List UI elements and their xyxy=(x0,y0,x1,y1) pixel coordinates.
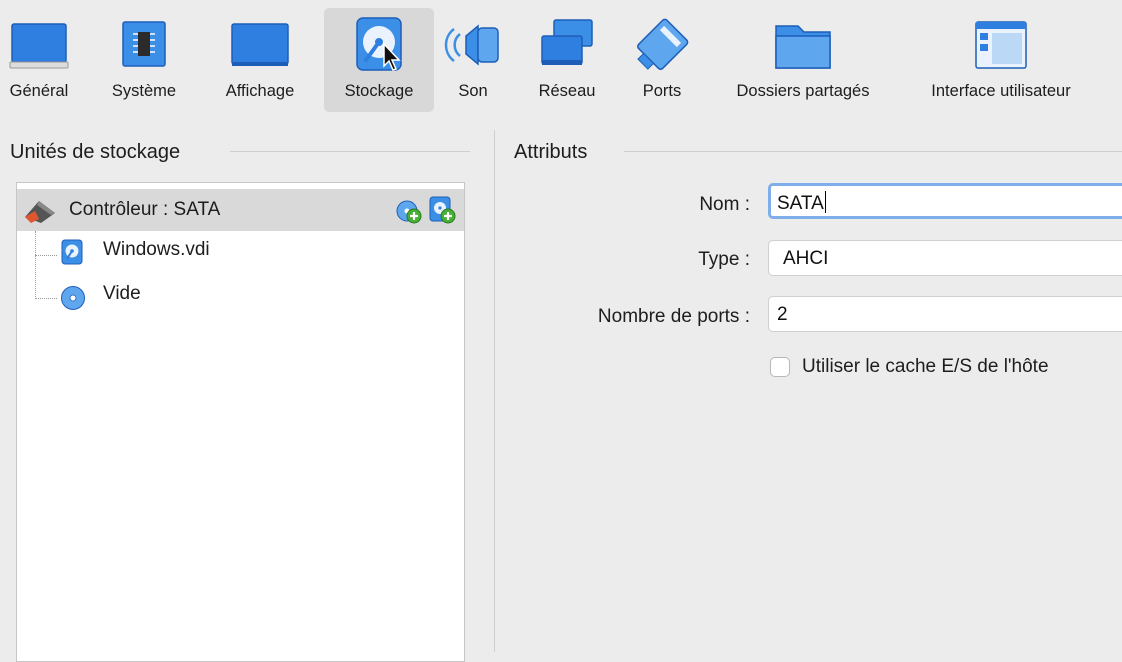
tree-row-optical[interactable]: Vide xyxy=(17,277,464,319)
tab-audio-label: Son xyxy=(458,82,488,100)
tab-general-label: Général xyxy=(9,82,69,100)
host-cache-label[interactable]: Utiliser le cache E/S de l'hôte xyxy=(802,356,1049,378)
tab-ports[interactable]: Ports xyxy=(626,8,698,112)
tab-shared-folders-label: Dossiers partagés xyxy=(736,82,870,100)
type-value: AHCI xyxy=(783,248,829,269)
speaker-icon xyxy=(438,14,508,76)
optical-disc-icon xyxy=(60,285,86,316)
storage-group-divider xyxy=(230,151,470,152)
window-icon xyxy=(966,14,1036,76)
ports-label: Nombre de ports : xyxy=(597,306,750,327)
tab-shared-folders[interactable]: Dossiers partagés xyxy=(716,8,890,112)
type-label: Type : xyxy=(698,249,750,270)
serial-port-icon xyxy=(627,14,697,76)
host-cache-checkbox[interactable] xyxy=(770,357,790,377)
tab-network[interactable]: Réseau xyxy=(524,8,610,112)
attributes-title: Attributs xyxy=(514,141,602,164)
tab-storage-label: Stockage xyxy=(344,82,414,100)
tab-system-label: Système xyxy=(111,82,177,100)
settings-toolbar: Général Système Affichage Stockage Son R… xyxy=(0,0,1122,118)
name-label: Nom : xyxy=(699,194,750,215)
tree-row-disk[interactable]: Windows.vdi xyxy=(17,233,464,275)
tab-general[interactable]: Général xyxy=(0,8,78,112)
folder-icon xyxy=(768,14,838,76)
general-screen-icon xyxy=(4,14,74,76)
chip-icon xyxy=(109,14,179,76)
monitor-icon xyxy=(225,14,295,76)
hard-disk-icon xyxy=(344,14,414,76)
tab-user-interface-label: Interface utilisateur xyxy=(931,82,1071,100)
text-caret xyxy=(824,191,826,213)
add-optical-drive-icon[interactable] xyxy=(395,197,423,230)
network-icon xyxy=(532,14,602,76)
tab-audio[interactable]: Son xyxy=(440,8,506,112)
ports-stepper[interactable]: 2 xyxy=(768,296,1122,332)
tab-display[interactable]: Affichage xyxy=(210,8,310,112)
tab-user-interface[interactable]: Interface utilisateur xyxy=(908,8,1094,112)
disk-label: Windows.vdi xyxy=(103,239,210,260)
ports-value: 2 xyxy=(777,304,788,325)
optical-label: Vide xyxy=(103,283,141,304)
controller-label: Contrôleur : SATA xyxy=(69,199,221,220)
name-value: SATA xyxy=(777,193,824,214)
tree-row-controller[interactable]: Contrôleur : SATA xyxy=(17,189,464,231)
tab-system[interactable]: Système xyxy=(100,8,188,112)
type-select[interactable]: AHCI xyxy=(768,240,1122,276)
tab-ports-label: Ports xyxy=(642,82,682,100)
add-hard-disk-icon[interactable] xyxy=(427,195,457,230)
panel-divider xyxy=(494,130,495,652)
tab-storage[interactable]: Stockage xyxy=(324,8,434,112)
storage-tree[interactable]: Contrôleur : SATA Windows.vdi Vide xyxy=(16,182,465,662)
name-field[interactable]: SATA xyxy=(768,183,1122,219)
hard-disk-icon xyxy=(60,239,84,270)
controller-icon xyxy=(23,197,57,230)
storage-devices-title: Unités de stockage xyxy=(10,141,195,164)
tab-network-label: Réseau xyxy=(538,82,596,100)
attributes-group-divider xyxy=(624,151,1122,152)
tab-display-label: Affichage xyxy=(225,82,295,100)
